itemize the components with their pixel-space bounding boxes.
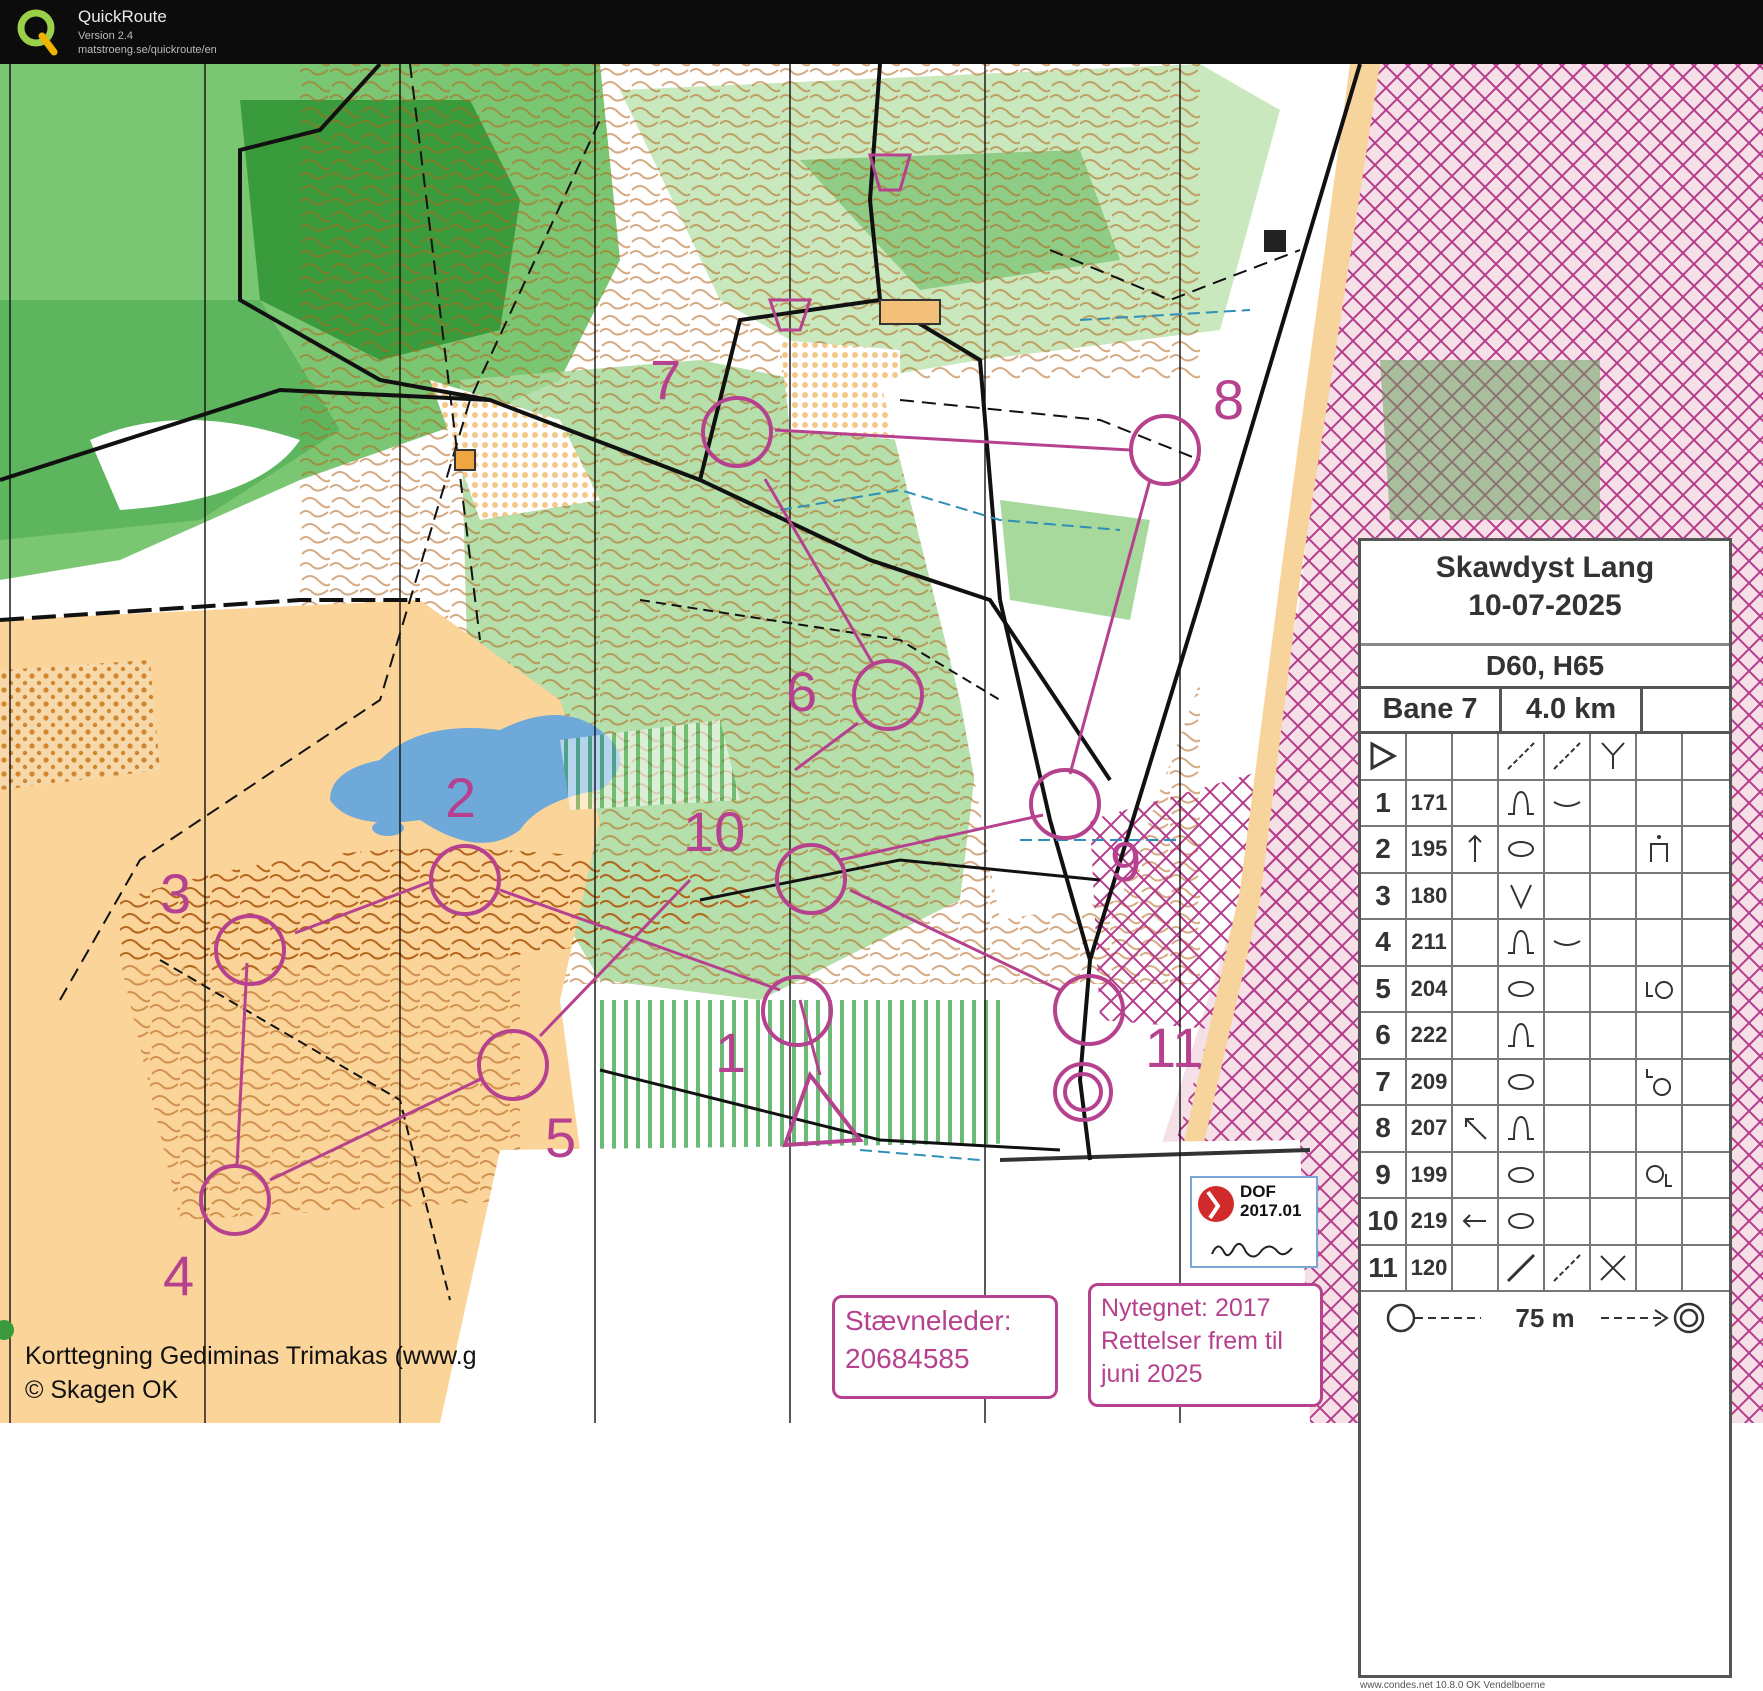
start-triangle-icon (1370, 741, 1398, 771)
northwest-arrow-icon (1465, 1118, 1487, 1140)
foot-corner-icon (1646, 980, 1673, 999)
map-credit-mapper: Korttegning Gediminas Trimakas (www.g (25, 1342, 477, 1370)
course-length: 4.0 km (1502, 687, 1643, 731)
title-bar: QuickRoute Version 2.4 matstroeng.se/qui… (0, 0, 1763, 64)
rough-open-3 (780, 340, 900, 440)
revision-line1: Nytegnet: 2017 (1101, 1294, 1271, 1322)
finish-row: 75 m (1361, 1292, 1729, 1344)
dof-version: 2017.01 (1240, 1201, 1302, 1220)
control-number-2: 2 (445, 766, 477, 829)
organizer-box: Stævneleder: 20684585 (832, 1295, 1058, 1399)
app-title: QuickRoute (78, 7, 167, 26)
hatched-building (879, 299, 941, 325)
knoll-icon-2 (1508, 930, 1534, 955)
building (454, 449, 476, 471)
green-restricted-zone (1380, 360, 1600, 520)
building-north (1264, 230, 1286, 252)
path-crossing-icon-2 (1553, 742, 1581, 770)
control-number-6: 6 (786, 660, 818, 723)
control-number-5: 5 (545, 1106, 577, 1169)
knoll-icon-3 (1508, 1023, 1534, 1048)
gully-icon (1510, 884, 1532, 910)
control-row-11: 11 120 (1361, 1245, 1729, 1292)
organizer-label: Stævneleder: (845, 1305, 1012, 1336)
start-row (1361, 734, 1729, 781)
west-arrow-icon (1462, 1214, 1486, 1228)
control-row-2: 2 195 (1361, 827, 1729, 874)
control-number-11: 11 (1145, 1016, 1204, 1079)
control-row-1: 1 171 (1361, 780, 1729, 827)
top-position-icon (1650, 835, 1668, 863)
control-row-8: 8 207 (1361, 1106, 1729, 1153)
revision-box: Nytegnet: 2017 Rettelser frem til juni 2… (1088, 1283, 1323, 1407)
foot-icon-2 (1553, 940, 1581, 947)
course-name: Bane 7 (1361, 687, 1502, 731)
depression-icon-2 (1508, 980, 1534, 997)
depression-icon-3 (1508, 1073, 1534, 1090)
control-row-10: 10 219 (1361, 1199, 1729, 1246)
road-icon (1506, 1253, 1536, 1282)
description-rows: 1 171 2 195 3 180 4 211 5 204 6 222 7 20… (1361, 731, 1729, 1344)
revision-line2: Rettelser frem til (1101, 1327, 1283, 1355)
crossing-icon (1600, 1255, 1626, 1281)
depression-icon-4 (1508, 1166, 1534, 1183)
control-row-6: 6 222 (1361, 1013, 1729, 1060)
north-arrow-icon (1468, 834, 1482, 863)
dof-logo-icon (1198, 1186, 1234, 1222)
event-date: 10-07-2025 (1468, 589, 1622, 622)
control-number-9: 9 (1110, 830, 1142, 893)
quickroute-logo-icon (17, 9, 58, 56)
path-junction-icon (1601, 742, 1625, 770)
knoll-icon (1508, 790, 1534, 815)
event-title: Skawdyst Lang (1435, 551, 1655, 584)
software-credit: www.condes.net 10.8.0 OK Vendelboerne (1360, 1680, 1546, 1691)
control-row-4: 4 211 (1361, 920, 1729, 967)
organizer-phone: 20684585 (845, 1343, 970, 1374)
path-icon (1553, 1254, 1581, 1282)
app-version: Version 2.4 (78, 30, 134, 42)
foot-corner-icon-2 (1646, 1164, 1672, 1187)
control-row-7: 7 209 (1361, 1059, 1729, 1106)
control-number-10: 10 (683, 800, 746, 863)
foot-icon (1553, 800, 1581, 807)
event-classes: D60, H65 (1361, 643, 1729, 689)
control-number-1: 1 (715, 1021, 747, 1084)
control-row-9: 9 199 (1361, 1152, 1729, 1199)
control-row-5: 5 204 (1361, 966, 1729, 1013)
rough-open-1 (0, 660, 160, 790)
path-crossing-icon (1507, 742, 1535, 770)
map-credit-copyright: © Skagen OK (25, 1376, 179, 1404)
finish-distance: 75 m (1515, 1303, 1575, 1333)
dof-stamp: DOF 2017.01 (1190, 1176, 1318, 1268)
dof-label: DOF (1240, 1182, 1276, 1201)
depression-icon-5 (1508, 1213, 1534, 1230)
control-number-3: 3 (160, 862, 192, 925)
app-url[interactable]: matstroeng.se/quickroute/en (78, 44, 217, 56)
control-description-sheet: Skawdyst Lang 10-07-2025 D60, H65 Bane 7… (1358, 538, 1732, 1678)
control-number-4: 4 (163, 1244, 195, 1307)
control-row-3: 3 180 (1361, 873, 1729, 920)
top-corner-icon (1646, 1068, 1671, 1096)
revision-line3: juni 2025 (1101, 1360, 1203, 1388)
control-number-7: 7 (650, 348, 682, 411)
knoll-icon-4 (1508, 1116, 1534, 1141)
signature-icon (1211, 1242, 1293, 1258)
depression-icon (1508, 841, 1534, 858)
pond (372, 820, 404, 836)
dune-contours (120, 950, 520, 1220)
control-number-8: 8 (1213, 368, 1245, 431)
